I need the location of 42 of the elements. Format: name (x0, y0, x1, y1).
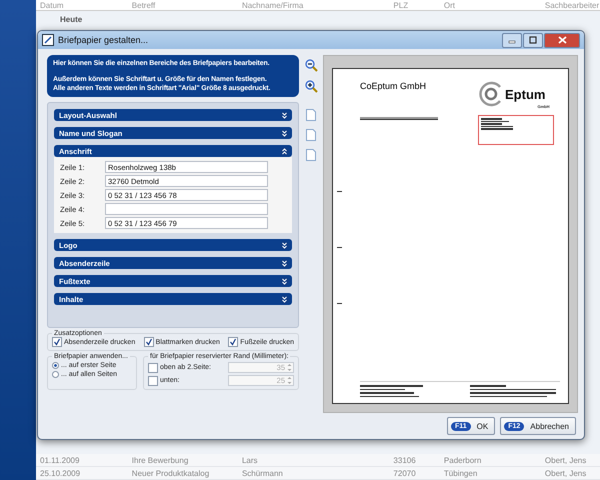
table-cell-text: Schürmann (242, 468, 284, 478)
table-cell-text: 33106 (393, 456, 417, 464)
fold-mark (337, 190, 342, 192)
table-cell-text: Obert, Jens (544, 468, 588, 478)
window-title: Briefpapier gestalten... (58, 35, 150, 45)
page-icon[interactable] (306, 149, 316, 161)
logo-text: Eptum (505, 86, 546, 102)
check-icon (53, 338, 61, 346)
expand-icon (280, 258, 289, 268)
maximize-icon (529, 36, 537, 44)
maximize-button[interactable] (523, 32, 543, 48)
expand-icon (280, 294, 289, 304)
group-label: Heute (60, 15, 82, 24)
page-icon[interactable] (306, 129, 316, 141)
table-cell-text: Neuer Produktkatalog (132, 468, 210, 478)
expand-icon (280, 110, 289, 120)
table-cell-text: Tübingen (444, 468, 478, 478)
logo-ring-icon (478, 81, 504, 107)
close-icon (558, 36, 566, 44)
table-cell-text: Lars (242, 456, 259, 464)
input-field[interactable] (105, 203, 268, 215)
fold-mark (337, 302, 342, 304)
zoom-out-icon[interactable] (304, 59, 318, 72)
expand-icon (280, 240, 289, 250)
spinner-arrows-icon (286, 362, 293, 373)
table-cell-text: Obert, Jens (544, 456, 588, 464)
table-cell-text: 72070 (393, 468, 417, 478)
table-cell-text: 01.11.2009 (40, 456, 80, 464)
close-button[interactable] (544, 32, 580, 48)
table-cell-text: Paderborn (444, 456, 482, 464)
app-icon (42, 34, 54, 46)
expand-icon (280, 276, 289, 286)
check-icon (144, 338, 153, 346)
company-name: CoEptum GmbH (360, 81, 428, 91)
table-cell-text: 25.10.2009 (40, 468, 82, 478)
zoom-in-icon[interactable] (304, 80, 318, 93)
fold-mark (337, 246, 342, 248)
check-icon (229, 338, 238, 346)
expand-icon (280, 128, 289, 138)
table-cell-text: Ihre Bewerbung (132, 456, 190, 464)
spinner-arrows-icon (286, 375, 293, 386)
page-icon[interactable] (306, 109, 316, 121)
